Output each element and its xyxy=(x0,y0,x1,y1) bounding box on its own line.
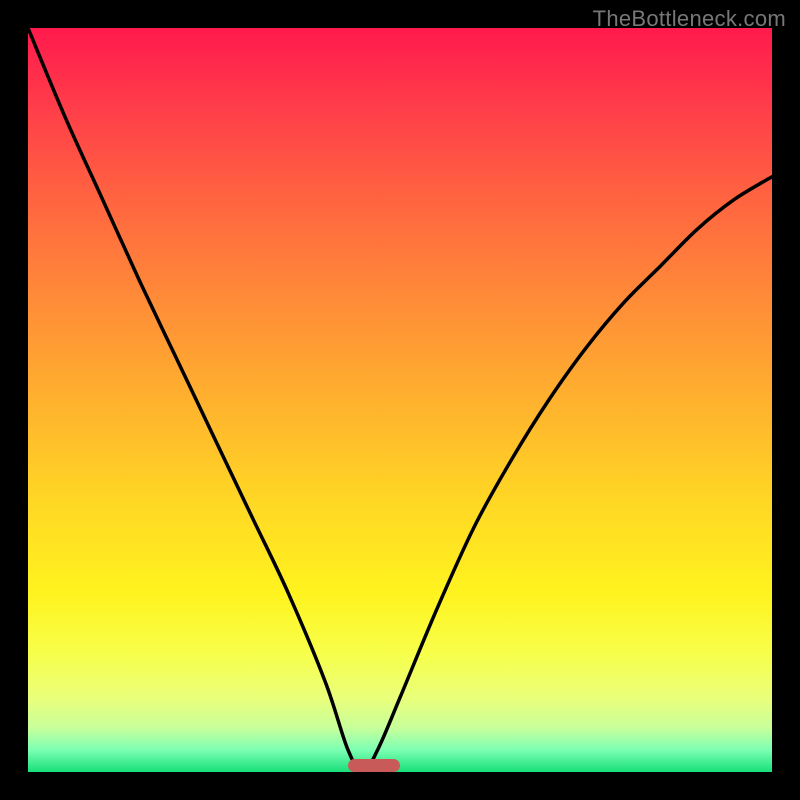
bottleneck-curve xyxy=(28,28,772,772)
plot-area xyxy=(28,28,772,772)
optimal-range-marker xyxy=(348,759,400,772)
chart-frame: TheBottleneck.com xyxy=(0,0,800,800)
